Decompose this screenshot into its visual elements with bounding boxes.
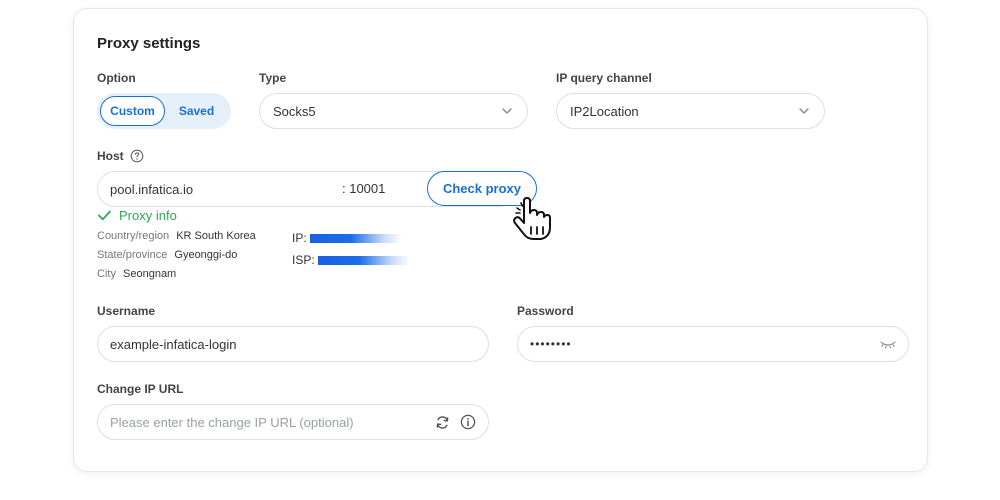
ip-row: IP:: [292, 231, 402, 245]
username-value: example-infatica-login: [110, 336, 237, 352]
change-ip-input[interactable]: Please enter the change IP URL (optional…: [97, 404, 489, 440]
ip-value-redacted: [309, 233, 402, 243]
host-value: pool.infatica.io: [110, 181, 194, 197]
hand-pointer-icon: [513, 197, 551, 240]
host-label-row: Host: [97, 149, 144, 163]
option-segmented-control: Custom Saved: [97, 93, 231, 129]
section-title: Proxy settings: [97, 35, 201, 52]
ip-query-label: IP query channel: [556, 71, 652, 85]
city-value: Seongnam: [123, 268, 177, 280]
ip-query-select-value: IP2Location: [570, 103, 639, 119]
change-ip-label: Change IP URL: [97, 382, 184, 396]
country-value: KR South Korea: [176, 230, 256, 242]
eye-closed-icon[interactable]: [880, 339, 896, 349]
chevron-down-icon: [799, 108, 809, 114]
isp-value-redacted: [317, 255, 410, 265]
port-input[interactable]: : 10001: [342, 181, 385, 196]
ip-label: IP:: [292, 231, 307, 245]
change-ip-actions: [435, 414, 476, 430]
chevron-down-icon: [502, 108, 512, 114]
password-input[interactable]: ••••••••: [517, 326, 909, 362]
username-label: Username: [97, 304, 156, 318]
type-select-value: Socks5: [273, 103, 316, 119]
country-row: Country/region KR South Korea: [97, 230, 256, 242]
check-icon: [98, 210, 111, 221]
password-value: ••••••••: [530, 337, 572, 351]
city-row: City Seongnam: [97, 268, 176, 280]
change-ip-placeholder: Please enter the change IP URL (optional…: [110, 414, 354, 430]
proxy-info-status: Proxy info: [98, 208, 177, 223]
info-icon[interactable]: [460, 414, 476, 430]
proxy-info-label: Proxy info: [119, 208, 177, 223]
option-saved-button[interactable]: Saved: [165, 96, 228, 126]
state-value: Gyeonggi-do: [174, 249, 238, 261]
type-label: Type: [259, 71, 287, 85]
state-label: State/province: [97, 249, 168, 261]
state-row: State/province Gyeonggi-do: [97, 249, 237, 261]
city-label: City: [97, 268, 116, 280]
refresh-icon[interactable]: [435, 415, 450, 430]
ip-query-select[interactable]: IP2Location: [556, 93, 825, 129]
username-input[interactable]: example-infatica-login: [97, 326, 489, 362]
country-label: Country/region: [97, 230, 170, 242]
question-circle-icon[interactable]: [130, 149, 144, 163]
password-label: Password: [517, 304, 574, 318]
type-select[interactable]: Socks5: [259, 93, 528, 129]
isp-row: ISP:: [292, 253, 410, 267]
isp-label: ISP:: [292, 253, 315, 267]
option-label: Option: [97, 71, 136, 85]
proxy-settings-card: Proxy settings Option Custom Saved Type …: [73, 8, 928, 472]
option-custom-button[interactable]: Custom: [100, 96, 165, 126]
host-label: Host: [97, 149, 124, 163]
